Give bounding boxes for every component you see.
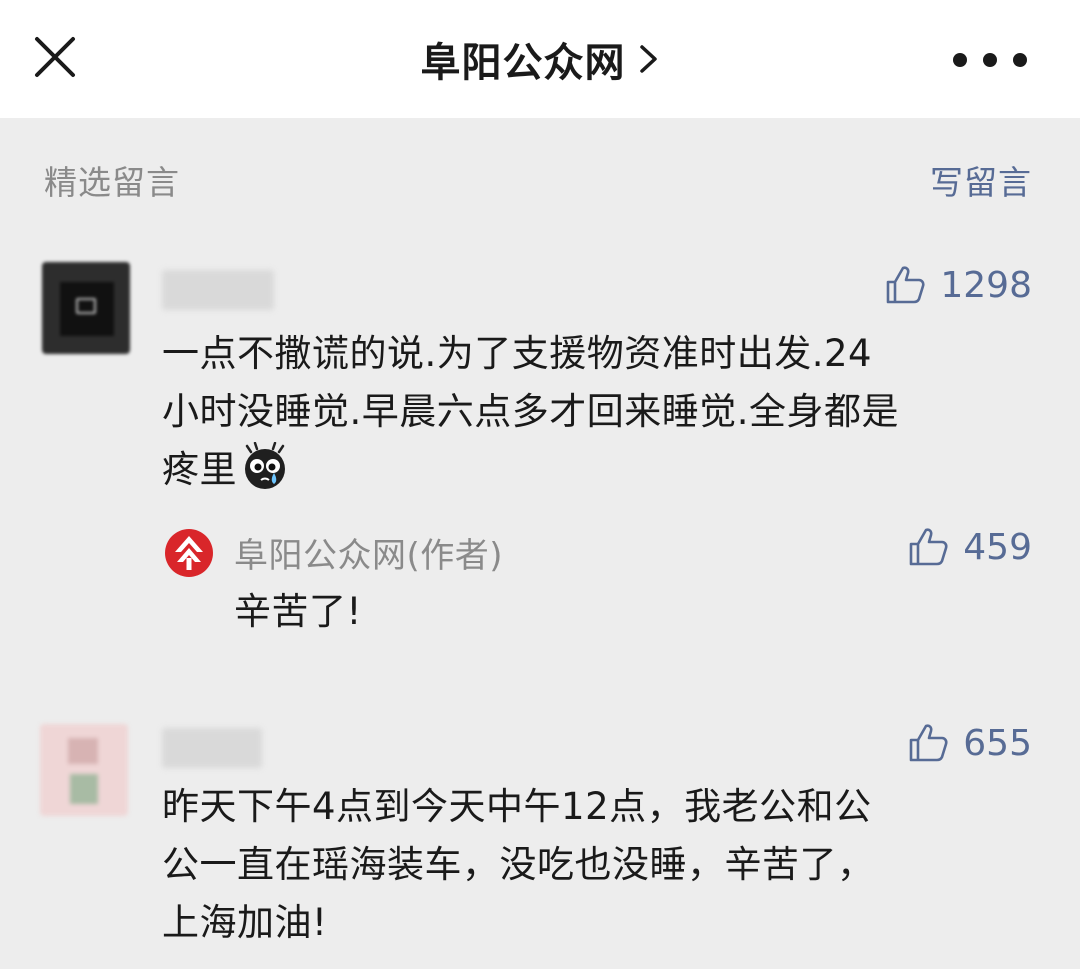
thumbs-up-icon [909,724,948,762]
author-name[interactable]: 阜阳公众网(作者) [234,528,503,577]
crying-emoji-icon [245,442,285,489]
thumbs-up-icon [887,266,925,304]
like-button[interactable]: 1298 [884,264,1032,306]
like-count: 459 [963,526,1032,568]
blurred-username[interactable] [162,728,262,768]
title-container: 阜阳公众网 [0,0,1080,118]
comment-text: 昨天下午4点到今天中午12点，我老公和公 公一直在瑶海装车，没吃也没睡，辛苦了，… [162,785,875,944]
top-navigation-bar: 阜阳公众网 [0,0,1080,118]
like-count: 1298 [940,264,1032,306]
chevron-right-icon[interactable] [638,44,660,74]
like-button[interactable]: 655 [907,722,1032,764]
account-title[interactable]: 阜阳公众网 [421,30,626,88]
write-comment-button[interactable]: 写留言 [930,156,1032,204]
blurred-username[interactable] [162,270,274,310]
avatar[interactable] [40,724,128,816]
avatar[interactable] [42,262,130,354]
thumbs-up-icon [909,528,948,566]
comment-text: 一点不撒谎的说.为了支援物资准时出发.24 小时没睡觉.早晨六点多才回来睡觉.全… [162,325,1042,499]
publisher-logo-icon[interactable] [164,528,214,578]
more-dots-icon[interactable] [950,50,1030,70]
like-count: 655 [963,722,1032,764]
reply-text: 辛苦了! [234,590,362,633]
featured-comments-label: 精选留言 [44,163,180,202]
like-button[interactable]: 459 [907,526,1032,568]
